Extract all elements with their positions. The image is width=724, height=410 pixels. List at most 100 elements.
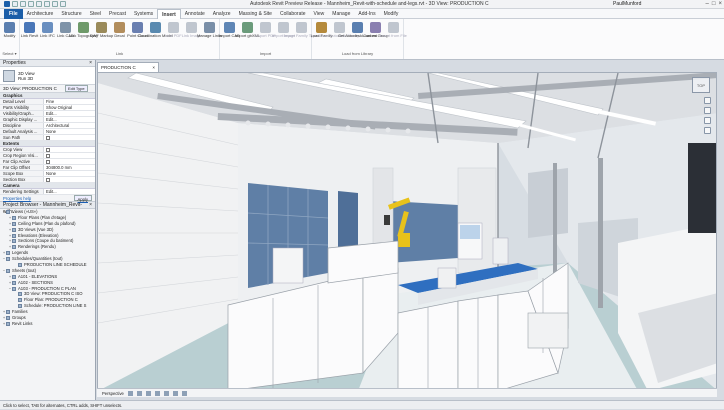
revit-logo-icon[interactable] — [4, 1, 10, 7]
link-pdf-icon — [168, 22, 179, 33]
steering-wheel-icon[interactable] — [703, 97, 711, 104]
checkbox-icon[interactable] — [46, 154, 50, 158]
instance-filter[interactable]: 3D View: PRODUCTION C Edit Type — [0, 85, 95, 93]
property-value[interactable]: None — [44, 171, 95, 176]
property-checkbox[interactable] — [44, 153, 95, 158]
ribbon-panel-title[interactable]: Import — [222, 50, 309, 58]
maximize-icon[interactable]: □ — [712, 1, 716, 7]
property-checkbox[interactable] — [44, 135, 95, 140]
view-control-bar: Perspective — [97, 388, 717, 397]
manage-links-icon — [204, 22, 215, 33]
temporary-hide-icon[interactable] — [181, 391, 187, 396]
property-checkbox[interactable] — [44, 159, 95, 164]
tab-massing-site[interactable]: Massing & Site — [235, 9, 276, 19]
property-value[interactable]: None — [44, 129, 95, 134]
orbit-icon[interactable] — [703, 127, 711, 134]
3d-viewport[interactable]: TOP — [97, 72, 717, 390]
tree-node-icon — [12, 280, 16, 285]
tab-analyze[interactable]: Analyze — [209, 9, 235, 19]
tab-architecture[interactable]: Architecture — [23, 9, 58, 19]
close-icon[interactable]: × — [89, 202, 92, 208]
link-revit-button[interactable]: Link Revit — [21, 20, 38, 50]
properties-help-link[interactable]: Properties help — [3, 195, 31, 201]
redo-icon[interactable] — [36, 1, 42, 7]
instance-filter-value[interactable]: 3D View: PRODUCTION C — [3, 86, 57, 91]
ribbon-panel-title[interactable]: Load from Library — [314, 50, 401, 58]
visual-style-icon[interactable] — [127, 391, 133, 396]
rendering-icon[interactable] — [154, 391, 160, 396]
undo-icon[interactable] — [28, 1, 34, 7]
properties-header: Properties × — [0, 60, 95, 67]
ribbon-panel-title[interactable]: Select ▾ — [2, 50, 17, 58]
manage-links-button[interactable]: Manage Links — [197, 20, 222, 50]
modify-button[interactable]: Modify — [2, 20, 17, 50]
tab-collaborate[interactable]: Collaborate — [276, 9, 310, 19]
import-cad-icon — [224, 22, 235, 33]
close-icon[interactable]: × — [89, 60, 92, 66]
viewcube[interactable]: TOP — [692, 77, 710, 93]
link-pdf-button[interactable]: Link PDF — [165, 20, 182, 50]
decal-button[interactable]: Decal — [112, 20, 127, 50]
project-browser-header: Project Browser - Mannheim_Revit-with...… — [0, 202, 95, 215]
link-ifc-button[interactable]: Link IFC — [40, 20, 55, 50]
property-checkbox[interactable] — [44, 147, 95, 152]
minimize-icon[interactable]: – — [706, 1, 709, 7]
crop-view-icon[interactable] — [163, 391, 169, 396]
default-3d-view-icon[interactable] — [60, 1, 66, 7]
tab-view[interactable]: View — [310, 9, 329, 19]
tab-annotate[interactable]: Annotate — [181, 9, 209, 19]
modify-label: Modify — [3, 33, 16, 38]
property-value[interactable]: Architectural — [44, 123, 95, 128]
tab-insert[interactable]: Insert — [157, 8, 181, 19]
close-icon[interactable]: × — [718, 1, 722, 7]
measure-icon[interactable] — [52, 1, 58, 7]
lock-3d-view-icon[interactable] — [172, 391, 178, 396]
print-icon[interactable] — [44, 1, 50, 7]
status-text: Click to select, TAB for alternates, CTR… — [3, 403, 123, 408]
property-checkbox[interactable] — [44, 177, 95, 182]
tree-node-icon — [6, 268, 10, 273]
ribbon-panel-title[interactable]: Link — [22, 50, 217, 58]
checkbox-icon[interactable] — [46, 178, 50, 182]
tab-modify[interactable]: Modify — [380, 9, 403, 19]
tab-systems[interactable]: Systems — [130, 9, 157, 19]
save-icon[interactable] — [20, 1, 26, 7]
ribbon-tabs: File Architecture Structure Steel Precast Sy… — [0, 8, 724, 19]
shadows-icon[interactable] — [145, 391, 151, 396]
tab-steel[interactable]: Steel — [86, 9, 105, 19]
tab-manage[interactable]: Manage — [328, 9, 354, 19]
pan-icon[interactable] — [703, 117, 711, 124]
insert-from-file-button[interactable]: Insert from File — [380, 20, 407, 50]
user-name[interactable]: PaulMunford — [613, 1, 641, 7]
coordination-model-button[interactable]: Coordination Model — [138, 20, 173, 50]
checkbox-icon[interactable] — [46, 160, 50, 164]
sun-path-icon[interactable] — [136, 391, 142, 396]
tab-precast[interactable]: Precast — [105, 9, 130, 19]
import-gbxml-button[interactable]: Import gbXML — [235, 20, 260, 50]
tab-add-ins[interactable]: Add-Ins — [354, 9, 379, 19]
edit-type-button[interactable]: Edit Type — [64, 85, 88, 92]
import-family-types-button[interactable]: Import Family Types — [284, 20, 319, 50]
property-value[interactable]: Edit... — [44, 111, 95, 116]
property-value[interactable]: Show Original — [44, 105, 95, 110]
tree-node-icon — [6, 257, 10, 262]
apply-button[interactable]: Apply — [73, 195, 92, 202]
view-mode-label: Perspective — [102, 391, 124, 396]
checkbox-icon[interactable] — [46, 136, 50, 140]
file-tab[interactable]: File — [4, 8, 23, 19]
property-value[interactable]: Fine — [44, 99, 95, 104]
property-value[interactable]: Edit... — [44, 189, 95, 194]
status-bar: Click to select, TAB for alternates, CTR… — [0, 400, 724, 409]
zoom-icon[interactable] — [703, 107, 711, 114]
property-value[interactable]: 304800.0 mm — [44, 165, 95, 170]
dwf-markup-button[interactable]: DWF Markup — [90, 20, 113, 50]
tab-production-c[interactable]: PRODUCTION C × — [97, 62, 159, 72]
type-selector[interactable]: 3D View Run 3D — [0, 67, 95, 85]
close-icon[interactable]: × — [152, 63, 155, 72]
property-value[interactable]: Edit... — [44, 117, 95, 122]
tree-item[interactable]: + Revit Links — [0, 321, 95, 327]
tab-structure[interactable]: Structure — [57, 9, 85, 19]
open-icon[interactable] — [12, 1, 18, 7]
window-controls: – □ × — [706, 1, 722, 7]
checkbox-icon[interactable] — [46, 148, 50, 152]
